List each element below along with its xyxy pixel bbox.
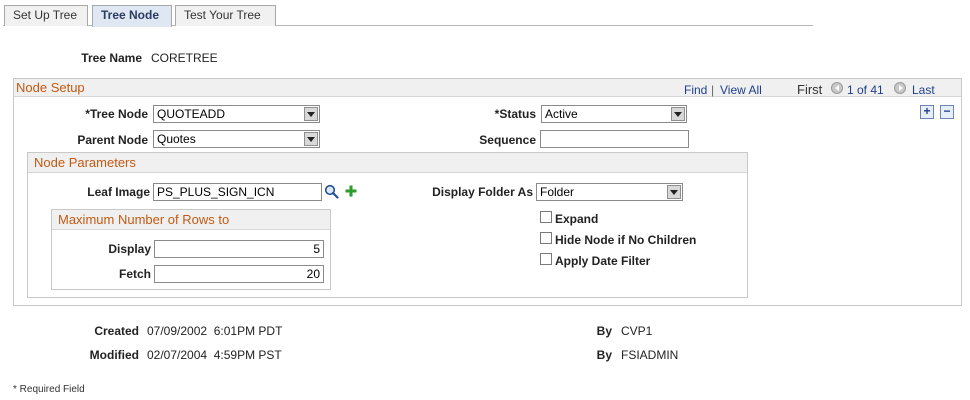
add-row-button[interactable]: + — [920, 105, 934, 119]
dropdown-arrow-icon[interactable] — [667, 185, 681, 199]
leaf-image-input[interactable] — [153, 183, 322, 201]
plus-icon: + — [923, 104, 931, 118]
status-select[interactable]: Active — [541, 105, 687, 123]
add-leaf-image-plus-icon[interactable] — [345, 185, 357, 197]
tab-label: Test Your Tree — [184, 8, 261, 22]
status-value: Active — [545, 107, 578, 121]
display-folder-as-value: Folder — [540, 185, 575, 199]
tab-label: Set Up Tree — [13, 8, 78, 22]
tree-name-value: CORETREE — [151, 51, 218, 65]
tab-set-up-tree[interactable]: Set Up Tree — [4, 5, 88, 26]
dropdown-arrow-icon[interactable] — [671, 107, 685, 121]
required-field-note: * Required Field — [13, 384, 85, 395]
created-by-label: By — [596, 324, 612, 338]
node-parameters-title: Node Parameters — [34, 155, 136, 170]
nav-separator: | — [711, 83, 715, 97]
created-by-value: CVP1 — [621, 324, 653, 338]
tree-name-label: Tree Name — [81, 51, 142, 65]
parent-node-select[interactable]: Quotes — [153, 130, 320, 148]
tab-tree-node[interactable]: Tree Node — [92, 5, 172, 27]
first-label: First — [797, 82, 823, 97]
sequence-label: Sequence — [479, 133, 536, 147]
row-counter: 1 of 41 — [847, 83, 884, 97]
expand-label: Expand — [555, 212, 599, 226]
parent-node-label: Parent Node — [77, 133, 148, 147]
tree-node-value: QUOTEADD — [157, 107, 226, 121]
dropdown-arrow-icon[interactable] — [304, 132, 318, 146]
previous-row-button[interactable] — [831, 82, 843, 94]
max-rows-title: Maximum Number of Rows to — [58, 212, 230, 227]
sequence-input[interactable] — [540, 130, 689, 148]
last-link[interactable]: Last — [912, 83, 935, 97]
tab-label: Tree Node — [101, 8, 160, 22]
minus-icon: − — [943, 104, 951, 118]
node-setup-title: Node Setup — [16, 80, 85, 95]
leaf-image-label: Leaf Image — [87, 185, 150, 199]
hide-node-checkbox[interactable] — [540, 232, 552, 244]
find-link[interactable]: Find — [684, 83, 707, 97]
tab-test-your-tree[interactable]: Test Your Tree — [175, 5, 276, 26]
delete-row-button[interactable]: − — [940, 105, 954, 119]
display-folder-as-select[interactable]: Folder — [536, 183, 683, 201]
view-all-link[interactable]: View All — [720, 83, 762, 97]
apply-date-filter-checkbox[interactable] — [540, 253, 552, 265]
dropdown-arrow-icon[interactable] — [304, 107, 318, 121]
modified-by-label: By — [596, 348, 612, 362]
max-rows-header: Maximum Number of Rows to — [52, 210, 330, 230]
created-value: 07/09/2002 6:01PM PDT — [147, 324, 283, 338]
display-folder-as-label: Display Folder As — [432, 185, 533, 199]
display-rows-label: Display — [108, 242, 151, 256]
lookup-search-icon[interactable] — [324, 184, 339, 199]
status-label: *Status — [494, 107, 536, 121]
tree-node-select[interactable]: QUOTEADD — [153, 105, 320, 123]
tree-node-label: *Tree Node — [85, 107, 148, 121]
modified-label: Modified — [89, 348, 139, 362]
node-parameters-header: Node Parameters — [28, 153, 747, 173]
created-label: Created — [94, 324, 139, 338]
parent-node-value: Quotes — [157, 132, 196, 146]
apply-date-filter-label: Apply Date Filter — [555, 254, 651, 268]
modified-value: 02/07/2004 4:59PM PST — [147, 348, 282, 362]
expand-checkbox[interactable] — [540, 211, 552, 223]
fetch-rows-label: Fetch — [118, 267, 151, 281]
next-row-button[interactable] — [894, 82, 906, 94]
fetch-rows-input[interactable] — [154, 265, 324, 283]
modified-by-value: FSIADMIN — [621, 348, 679, 362]
display-rows-input[interactable] — [154, 240, 324, 258]
hide-node-label: Hide Node if No Children — [555, 233, 697, 247]
